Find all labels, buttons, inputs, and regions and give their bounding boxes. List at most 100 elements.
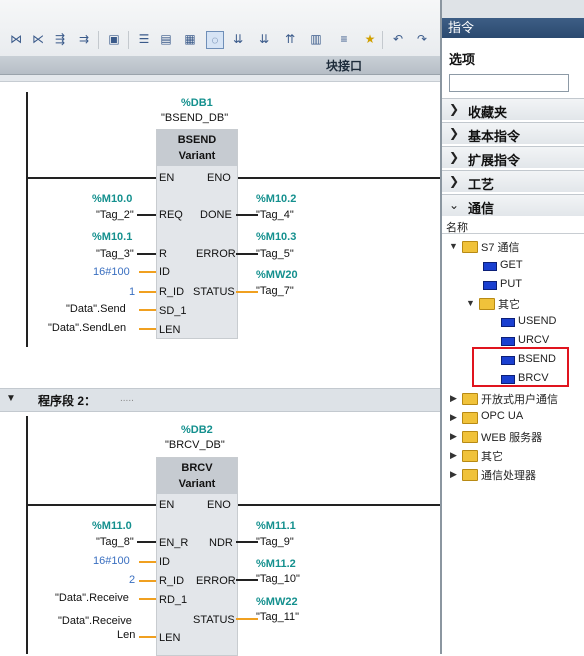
enr-address: %M11.0	[92, 520, 132, 532]
tree-item-cp[interactable]: 通信处理器	[481, 467, 536, 483]
category-favorites[interactable]: ❯ 收藏夹	[442, 98, 584, 120]
sd1-tag[interactable]: "Data".Send	[66, 303, 126, 315]
status-tag[interactable]: "Tag_7"	[256, 285, 294, 297]
expand-icon[interactable]: ▼	[449, 241, 458, 251]
tree-item-other2[interactable]: 其它	[481, 448, 503, 464]
req-address: %M10.0	[92, 193, 133, 205]
interface-bar[interactable]	[0, 56, 440, 75]
tree-item-web[interactable]: WEB 服务器	[481, 429, 542, 445]
undo-icon[interactable]: ↶	[390, 31, 406, 47]
monitor-icon[interactable]: ▥	[308, 31, 324, 47]
panel-title[interactable]: 指令	[442, 18, 584, 38]
comment-icon[interactable]: ◌	[206, 31, 224, 49]
pin-en-r: EN_R	[159, 537, 189, 549]
error-tag[interactable]: "Tag_10"	[256, 573, 300, 585]
error-wire	[236, 253, 258, 255]
pin-status: STATUS	[193, 286, 235, 298]
segment-comment[interactable]: .....	[120, 393, 134, 404]
pin-req: REQ	[159, 209, 183, 221]
tree-item-get[interactable]: GET	[500, 259, 523, 271]
pin-done: DONE	[200, 209, 232, 221]
tree-item-put[interactable]: PUT	[500, 278, 522, 290]
collapse-icon[interactable]: ▶	[450, 393, 457, 404]
splitter[interactable]	[0, 75, 440, 82]
cross-reference-icon[interactable]: ▦	[182, 31, 198, 47]
r-wire	[137, 253, 156, 255]
tree-item-other[interactable]: 其它	[498, 296, 520, 312]
enr-tag[interactable]: "Tag_8"	[96, 536, 134, 548]
collapse-icon[interactable]: ▶	[450, 431, 457, 442]
pin-r-id: R_ID	[159, 575, 185, 587]
list-2-icon[interactable]: ≡	[336, 31, 352, 47]
tree-item-open-user[interactable]: 开放式用户通信	[481, 391, 558, 407]
category-communication[interactable]: ⌄ 通信	[442, 194, 584, 216]
download-icon[interactable]: ⇊	[230, 31, 246, 47]
len-wire	[139, 328, 156, 330]
redo-icon[interactable]: ↷	[414, 31, 430, 47]
db-name: "BSEND_DB"	[161, 112, 229, 124]
disconnect-icon[interactable]: ⋉	[30, 31, 46, 47]
pin-en: EN	[159, 172, 175, 184]
error-tag[interactable]: "Tag_5"	[256, 248, 294, 260]
chevron-down-icon: ⌄	[449, 198, 460, 212]
len-tag[interactable]: "Data".SendLen	[48, 322, 126, 334]
interface-label[interactable]: 块接口	[326, 57, 362, 74]
ladder-insert-icon[interactable]: ⇶	[52, 31, 68, 47]
db-name: "BRCV_DB"	[165, 439, 225, 451]
category-basic[interactable]: ❯ 基本指令	[442, 122, 584, 144]
len-tag[interactable]: "Data".Receive	[58, 615, 132, 627]
ndr-tag[interactable]: "Tag_9"	[256, 536, 294, 548]
db-address: %DB1	[181, 97, 213, 109]
sd1-wire	[139, 309, 156, 311]
status-tag[interactable]: "Tag_11"	[256, 611, 299, 623]
category-technology[interactable]: ❯ 工艺	[442, 170, 584, 192]
folder-icon	[462, 450, 478, 462]
folder-icon	[462, 241, 478, 253]
grid-icon[interactable]: ▤	[158, 31, 174, 47]
tree-item-opc-ua[interactable]: OPC UA	[481, 410, 523, 422]
req-tag[interactable]: "Tag_2"	[96, 209, 134, 221]
ladder-delete-icon[interactable]: ⇉	[76, 31, 92, 47]
pin-len: LEN	[159, 632, 181, 644]
category-extended[interactable]: ❯ 扩展指令	[442, 146, 584, 168]
done-tag[interactable]: "Tag_4"	[256, 209, 294, 221]
block-icon	[501, 318, 515, 327]
folder-icon	[462, 412, 478, 424]
error-address: %M10.3	[256, 231, 297, 243]
expand-icon[interactable]: ▼	[466, 298, 475, 308]
folder-icon	[479, 298, 495, 310]
collapse-icon[interactable]: ▼	[6, 393, 16, 404]
tree-item-s7[interactable]: S7 通信	[481, 239, 520, 255]
toolbar: ⋈ ⋉ ⇶ ⇉ ▣ ☰ ▤ ▦ ◌ ⇊ ⇊ ⇈ ▥ ≡ ★ ↶ ↷	[0, 0, 440, 57]
upload-icon[interactable]: ⇈	[282, 31, 298, 47]
download-2-icon[interactable]: ⇊	[256, 31, 272, 47]
collapse-icon[interactable]: ▶	[450, 469, 457, 480]
chevron-right-icon: ❯	[449, 102, 460, 116]
id-const[interactable]: 16#100	[93, 555, 130, 567]
block-name: BSEND	[177, 134, 217, 146]
len-tag-cont[interactable]: Len	[117, 629, 135, 641]
star-icon[interactable]: ★	[362, 31, 378, 47]
network-icon[interactable]: ⋈	[8, 31, 24, 47]
status-address: %MW22	[256, 596, 298, 608]
r-tag[interactable]: "Tag_3"	[96, 248, 134, 260]
segment-label: 程序段 2：	[38, 394, 97, 408]
id-const[interactable]: 16#100	[93, 266, 130, 278]
options-input[interactable]	[449, 74, 569, 92]
collapse-icon[interactable]: ▶	[450, 450, 457, 461]
rd1-tag[interactable]: "Data".Receive	[55, 592, 129, 604]
save-icon[interactable]: ▣	[106, 31, 122, 47]
block-variant: Variant	[178, 478, 216, 490]
tree-item-usend[interactable]: USEND	[518, 315, 557, 327]
list-icon[interactable]: ☰	[136, 31, 152, 47]
r-id-const[interactable]: 1	[129, 286, 135, 298]
ndr-wire	[236, 541, 258, 543]
pin-r: R	[159, 248, 167, 260]
status-wire	[236, 291, 258, 293]
enr-wire	[137, 541, 156, 543]
block-icon	[501, 337, 515, 346]
tree-item-urcv[interactable]: URCV	[518, 334, 549, 346]
r-id-const[interactable]: 2	[129, 574, 135, 586]
collapse-icon[interactable]: ▶	[450, 412, 457, 423]
folder-icon	[462, 431, 478, 443]
